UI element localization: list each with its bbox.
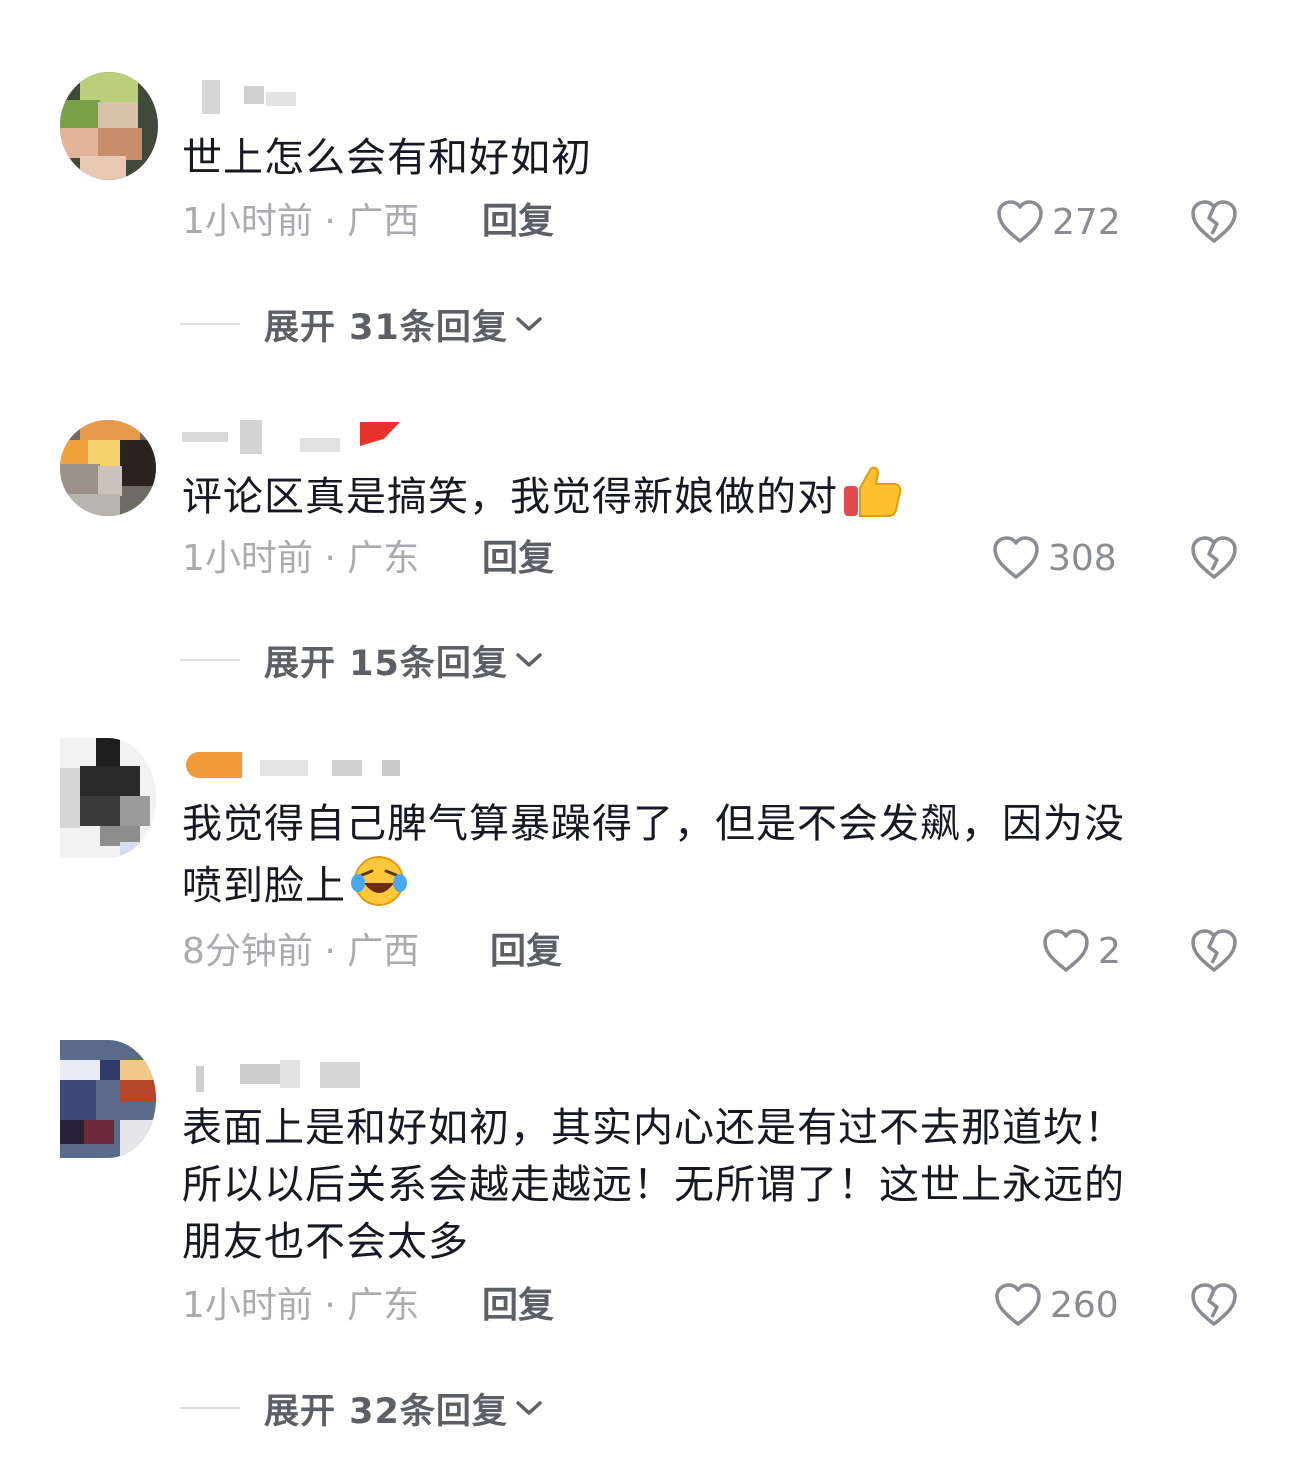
expand-replies-button[interactable]: 展开 15条回复: [180, 638, 544, 684]
chevron-down-icon: [516, 653, 542, 667]
heart-icon: [1043, 929, 1089, 972]
broken-heart-icon[interactable]: [1190, 1281, 1238, 1329]
reply-button[interactable]: 回复: [482, 200, 554, 244]
laughing-tears-icon: [350, 853, 408, 923]
like-count: 260: [1050, 1284, 1119, 1326]
expand-replies-button[interactable]: 展开 31条回复: [180, 302, 544, 348]
comment-meta: 1小时前 · 广西: [182, 201, 420, 242]
like-button[interactable]: 272: [996, 197, 1121, 247]
broken-heart-icon[interactable]: [1190, 198, 1238, 246]
comment-text: 我觉得自己脾气算暴躁得了，但是不会发飙，因为没 喷到脸上: [182, 796, 1232, 923]
comment-meta: 8分钟前 · 广西: [182, 931, 420, 972]
reply-button[interactable]: 回复: [482, 537, 554, 581]
expand-replies-button[interactable]: 展开 32条回复: [180, 1386, 544, 1432]
avatar[interactable]: [60, 72, 158, 180]
broken-heart-icon[interactable]: [1190, 534, 1238, 582]
avatar[interactable]: [60, 1040, 156, 1158]
heart-icon: [997, 200, 1043, 243]
divider: [180, 659, 240, 661]
comment-meta: 1小时前 · 广东: [182, 1285, 420, 1326]
comment-text: 表面上是和好如初，其实内心还是有过不去那道坎！ 所以以后关系会越走越远！无所谓了…: [182, 1105, 1125, 1265]
username-blurred[interactable]: [182, 1058, 422, 1092]
like-button[interactable]: 260: [994, 1280, 1119, 1330]
like-count: 2: [1098, 930, 1121, 972]
avatar[interactable]: [60, 738, 156, 858]
username-blurred[interactable]: [182, 748, 422, 782]
divider: [180, 1407, 240, 1409]
username-blurred[interactable]: [182, 80, 422, 114]
reply-button[interactable]: 回复: [482, 1284, 554, 1328]
like-button[interactable]: 308: [992, 533, 1117, 583]
broken-heart-icon[interactable]: [1190, 927, 1238, 975]
comment-text: 评论区真是搞笑，我觉得新娘做的对: [182, 464, 1232, 534]
username-blurred[interactable]: [182, 418, 422, 454]
divider: [180, 323, 240, 325]
thumbs-up-icon: [842, 464, 902, 534]
broken-heart-icon[interactable]: [1200, 0, 1230, 8]
reply-button[interactable]: 回复: [490, 930, 562, 974]
heart-icon[interactable]: [1055, 0, 1085, 8]
like-button[interactable]: 2: [1042, 926, 1121, 976]
heart-icon: [993, 536, 1039, 579]
chevron-down-icon: [516, 317, 542, 331]
comment-text: 世上怎么会有和好如初: [182, 135, 592, 181]
chevron-down-icon: [516, 1401, 542, 1415]
heart-icon: [995, 1283, 1041, 1326]
like-count: 308: [1048, 537, 1117, 579]
comment-meta: 1小时前 · 广东: [182, 538, 420, 579]
like-count: 272: [1052, 201, 1121, 243]
avatar[interactable]: [60, 420, 156, 516]
